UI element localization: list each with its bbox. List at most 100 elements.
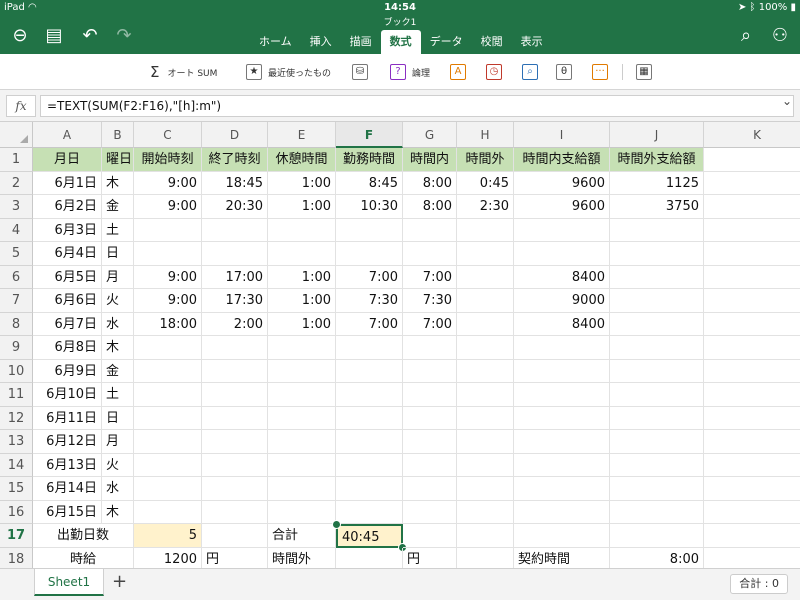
cell-a15[interactable]: 6月14日: [33, 477, 102, 501]
cell-g6[interactable]: 7:00: [403, 265, 457, 289]
cell-a16[interactable]: 6月15日: [33, 500, 102, 524]
cell-d7[interactable]: 17:30: [202, 289, 268, 313]
cell-b8[interactable]: 水: [102, 312, 134, 336]
cell-a13[interactable]: 6月12日: [33, 430, 102, 454]
cell-d12[interactable]: [202, 406, 268, 430]
selection-handle-start[interactable]: [332, 520, 341, 529]
cell-e18[interactable]: 時間外: [268, 547, 336, 568]
cell-i10[interactable]: [514, 359, 610, 383]
add-sheet-icon[interactable]: +: [112, 571, 127, 592]
cell-e15[interactable]: [268, 477, 336, 501]
cell-i13[interactable]: [514, 430, 610, 454]
row-header-2[interactable]: 2: [0, 171, 33, 195]
column-header-d[interactable]: D: [202, 122, 268, 148]
cell-b3[interactable]: 金: [102, 195, 134, 219]
cell-h16[interactable]: [457, 500, 514, 524]
cell-i5[interactable]: [514, 242, 610, 266]
cell-d9[interactable]: [202, 336, 268, 360]
cell-g4[interactable]: [403, 218, 457, 242]
cell-c10[interactable]: [134, 359, 202, 383]
cell-i9[interactable]: [514, 336, 610, 360]
cell-k17[interactable]: [704, 524, 800, 548]
cell-b17[interactable]: [102, 524, 134, 548]
cell-j6[interactable]: [610, 265, 704, 289]
cell-a8[interactable]: 6月7日: [33, 312, 102, 336]
cell-h8[interactable]: [457, 312, 514, 336]
column-header-g[interactable]: G: [403, 122, 457, 148]
datetime-button[interactable]: ◷: [486, 62, 508, 82]
cell-a11[interactable]: 6月10日: [33, 383, 102, 407]
cell-f7[interactable]: 7:30: [336, 289, 403, 313]
cell-b7[interactable]: 火: [102, 289, 134, 313]
cell-e11[interactable]: [268, 383, 336, 407]
more-functions-button[interactable]: ···: [592, 62, 614, 82]
cell-c16[interactable]: [134, 500, 202, 524]
cell-g17[interactable]: [403, 524, 457, 548]
row-header-12[interactable]: 12: [0, 406, 33, 430]
cell-k7[interactable]: [704, 289, 800, 313]
cell-f8[interactable]: 7:00: [336, 312, 403, 336]
cell-f3[interactable]: 10:30: [336, 195, 403, 219]
cell-c8[interactable]: 18:00: [134, 312, 202, 336]
cell-j14[interactable]: [610, 453, 704, 477]
cell-e9[interactable]: [268, 336, 336, 360]
row-header-11[interactable]: 11: [0, 383, 33, 407]
cell-h18[interactable]: [457, 547, 514, 568]
cell-b2[interactable]: 木: [102, 171, 134, 195]
search-icon[interactable]: ⌕: [734, 24, 758, 48]
cell-j10[interactable]: [610, 359, 704, 383]
cell-a7[interactable]: 6月6日: [33, 289, 102, 313]
cell-j3[interactable]: 3750: [610, 195, 704, 219]
cell-h11[interactable]: [457, 383, 514, 407]
cell-i4[interactable]: [514, 218, 610, 242]
cell-j12[interactable]: [610, 406, 704, 430]
cell-i18[interactable]: 契約時間: [514, 547, 610, 568]
status-sum[interactable]: 合計 : 0: [730, 574, 788, 594]
cell-i8[interactable]: 8400: [514, 312, 610, 336]
cell-d15[interactable]: [202, 477, 268, 501]
column-header-c[interactable]: C: [134, 122, 202, 148]
tab-data[interactable]: データ: [421, 30, 472, 54]
cell-i14[interactable]: [514, 453, 610, 477]
cell-a9[interactable]: 6月8日: [33, 336, 102, 360]
cell-j13[interactable]: [610, 430, 704, 454]
cell-c3[interactable]: 9:00: [134, 195, 202, 219]
cell-f9[interactable]: [336, 336, 403, 360]
cell-d6[interactable]: 17:00: [202, 265, 268, 289]
cell-b4[interactable]: 土: [102, 218, 134, 242]
cell-a14[interactable]: 6月13日: [33, 453, 102, 477]
cell-i3[interactable]: 9600: [514, 195, 610, 219]
row-header-9[interactable]: 9: [0, 336, 33, 360]
cell-a5[interactable]: 6月4日: [33, 242, 102, 266]
row-header-4[interactable]: 4: [0, 218, 33, 242]
cell-b13[interactable]: 月: [102, 430, 134, 454]
cell-h2[interactable]: 0:45: [457, 171, 514, 195]
cell-k9[interactable]: [704, 336, 800, 360]
cell-i2[interactable]: 9600: [514, 171, 610, 195]
cell-h7[interactable]: [457, 289, 514, 313]
autosum-button[interactable]: Σ オート SUM: [150, 62, 217, 82]
row-header-10[interactable]: 10: [0, 359, 33, 383]
cell-j15[interactable]: [610, 477, 704, 501]
cell-f10[interactable]: [336, 359, 403, 383]
cell-e8[interactable]: 1:00: [268, 312, 336, 336]
cell-k12[interactable]: [704, 407, 800, 430]
column-header-f[interactable]: F: [336, 122, 403, 148]
cell-b5[interactable]: 日: [102, 242, 134, 266]
cell-g3[interactable]: 8:00: [403, 195, 457, 219]
cell-c7[interactable]: 9:00: [134, 289, 202, 313]
cell-c6[interactable]: 9:00: [134, 265, 202, 289]
text-functions-button[interactable]: A: [450, 62, 472, 82]
cell-g13[interactable]: [403, 430, 457, 454]
select-all-corner[interactable]: [0, 122, 33, 148]
cell-j1[interactable]: 時間外支給額: [610, 148, 704, 172]
row-header-6[interactable]: 6: [0, 265, 33, 289]
cell-d8[interactable]: 2:00: [202, 312, 268, 336]
cell-a3[interactable]: 6月2日: [33, 195, 102, 219]
chevron-down-icon[interactable]: ⌄: [782, 94, 792, 108]
cell-d14[interactable]: [202, 453, 268, 477]
cell-g7[interactable]: 7:30: [403, 289, 457, 313]
cell-c5[interactable]: [134, 242, 202, 266]
row-header-5[interactable]: 5: [0, 242, 33, 266]
cell-f15[interactable]: [336, 477, 403, 501]
